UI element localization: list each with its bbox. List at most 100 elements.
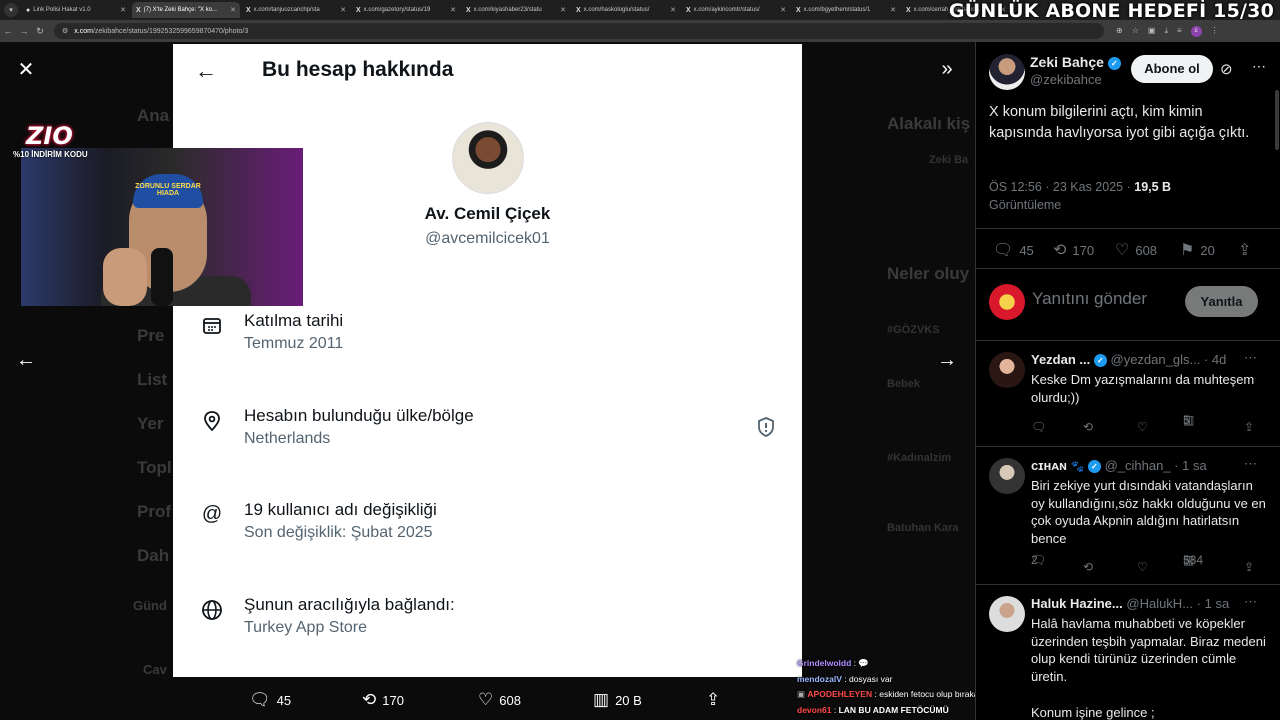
tweet-time[interactable]: ÖS 12:56 · 23 Kas 2025 · <box>989 180 1131 194</box>
repost-button[interactable]: ⟲ 170 <box>1053 240 1094 260</box>
previous-photo-arrow-icon[interactable]: ← <box>11 345 41 375</box>
reply-bubble-icon[interactable]: 🗨 <box>1031 420 1046 434</box>
tab-close-icon[interactable]: ✕ <box>340 6 346 14</box>
more-options-icon[interactable]: ⋯ <box>1244 350 1257 366</box>
channel-logo: ZIO <box>26 122 73 150</box>
bookmark-button[interactable]: ⚑ 20 <box>1180 240 1215 260</box>
bookmark-star-icon[interactable]: ☆ <box>1132 26 1139 37</box>
reload-icon[interactable]: ↻ <box>32 26 48 37</box>
browser-tab[interactable]: Xx.com/kiyashaber23/statu ✕ <box>462 2 570 18</box>
url-field[interactable]: ⚙ x.com/zekibahce/status/199253259965987… <box>54 23 1104 39</box>
x-logo-icon: X <box>136 6 141 14</box>
reply-text-continued: Konum işine gelince ; <box>1031 705 1155 720</box>
bg-side-fragment: #GÖZVKS <box>887 324 940 336</box>
tab-close-icon[interactable]: ✕ <box>230 6 236 14</box>
bg-nav-fragment: Günd <box>133 598 167 613</box>
tab-label: (7) X'te Zeki Bahçe: "X ko... <box>143 7 217 13</box>
like-count: 608 <box>499 692 521 708</box>
reply-submit-button[interactable]: Yanıtla <box>1185 286 1258 317</box>
shield-info-icon <box>756 416 776 443</box>
tab-close-icon[interactable]: ✕ <box>560 6 566 14</box>
next-photo-arrow-icon[interactable]: → <box>932 345 962 375</box>
extensions-icon[interactable]: ▣ <box>1148 26 1156 37</box>
heart-icon[interactable]: ♡ <box>1137 420 1148 434</box>
close-viewer-icon[interactable]: ✕ <box>11 54 41 84</box>
author-avatar[interactable] <box>989 54 1025 90</box>
tab-close-icon[interactable]: ✕ <box>670 6 676 14</box>
browser-tab[interactable]: Xx.com/aykiricomtr/status/ ✕ <box>682 2 790 18</box>
forward-arrow-icon[interactable]: → <box>16 26 32 36</box>
chat-user: APODEHLEYEN <box>807 689 873 699</box>
share-icon[interactable]: ⇪ <box>1244 420 1254 434</box>
browser-tab[interactable]: Xx.com/gazetory/status/19 ✕ <box>352 2 460 18</box>
x-logo-icon: X <box>796 6 801 14</box>
x-logo-icon: X <box>466 6 471 14</box>
heart-icon[interactable]: ♡ <box>1137 560 1148 574</box>
like-button[interactable]: ♡ 608 <box>478 690 521 710</box>
verified-badge-icon: ✓ <box>1087 460 1101 474</box>
reply-avatar[interactable] <box>989 352 1025 388</box>
reply-author[interactable]: Yezdan ... ✓ @yezdan_gls... · 4d <box>1031 352 1226 368</box>
reply-button[interactable]: 🗨 45 <box>249 690 291 710</box>
reply-avatar[interactable] <box>989 458 1025 494</box>
tab-close-icon[interactable]: ✕ <box>890 6 896 14</box>
repost-button[interactable]: ⟲ 170 <box>362 690 404 710</box>
subscriber-goal-banner: GÜNLÜK ABONE HEDEFİ 15/30 <box>948 0 1274 22</box>
share-button[interactable]: ⇪ <box>706 690 720 710</box>
info-row-country: Hesabın bulunduğu ülke/bölge Netherlands <box>201 406 781 466</box>
reply-actions: 🗨 2 ⟲ ♡ ▥ 584 ⇪ <box>1031 553 1255 574</box>
repost-icon[interactable]: ⟲ <box>1083 560 1093 574</box>
grok-icon[interactable]: ⊘ <box>1220 60 1233 78</box>
reply-text: Biri zekiye yurt dısındaki vatandaşların… <box>1031 478 1266 546</box>
bg-side-fragment: Batuhan Kara <box>887 522 959 534</box>
tab-close-icon[interactable]: ✕ <box>780 6 786 14</box>
reply-avatar[interactable] <box>989 596 1025 632</box>
profile-avatar-icon[interactable]: c <box>1190 25 1202 37</box>
reply-author[interactable]: Haluk Hazine... @HalukH... · 1 sa <box>1031 596 1229 611</box>
follow-button[interactable]: Abone ol <box>1131 55 1213 83</box>
menu-icon[interactable]: ≡ <box>1177 26 1182 37</box>
bg-nav-fragment: Yer <box>137 414 164 433</box>
tab-close-icon[interactable]: ✕ <box>120 6 126 14</box>
scrollbar-thumb[interactable] <box>1275 90 1279 150</box>
reply-author[interactable]: ᴄɪʜᴀɴ 🐾 ✓ @_cihhan_ · 1 sa <box>1031 458 1207 474</box>
site-info-icon[interactable]: ⚙ <box>62 27 68 35</box>
address-bar-row: ← → ↻ ⚙ x.com/zekibahce/status/199253259… <box>0 20 1280 42</box>
repost-icon[interactable]: ⟲ <box>1083 420 1093 434</box>
browser-tab[interactable]: ● Link Polisi Hakat v1.0 ✕ <box>22 2 130 18</box>
like-button[interactable]: ♡ 608 <box>1115 240 1157 260</box>
reply-input[interactable]: Yanıtını gönder <box>1032 289 1147 309</box>
download-icon[interactable]: ⤓ <box>1164 26 1168 37</box>
more-options-icon[interactable]: ⋯ <box>1244 594 1257 610</box>
more-options-icon[interactable]: ⋯ <box>1244 456 1257 472</box>
reply-item[interactable]: Haluk Hazine... @HalukH... · 1 sa ⋯ Halâ… <box>976 586 1280 720</box>
views-button[interactable]: ▥ 20 B <box>593 690 642 710</box>
collapse-pane-icon[interactable]: » <box>932 54 962 84</box>
more-options-icon[interactable]: ⋯ <box>1252 58 1266 75</box>
browser-tab-active[interactable]: X (7) X'te Zeki Bahçe: "X ko... ✕ <box>132 2 240 18</box>
author-name[interactable]: Zeki Bahçe ✓ <box>1030 54 1121 70</box>
browser-tab[interactable]: Xx.com/bgyethem/status/1 ✕ <box>792 2 900 18</box>
reply-item[interactable]: Yezdan ... ✓ @yezdan_gls... · 4d ⋯ Keske… <box>976 342 1280 446</box>
tab-search-icon[interactable]: ▾ <box>4 3 18 17</box>
bg-side-fragment: Zeki Ba <box>929 154 969 166</box>
chat-text: dosyası var <box>848 673 893 684</box>
reply-text: Keske Dm yazışmalarını da muhteşem olurd… <box>1031 372 1255 405</box>
share-button[interactable]: ⇪ <box>1238 240 1251 260</box>
author-handle[interactable]: @zekibahce <box>1030 72 1102 87</box>
reply-actions: 🗨 ⟲ ♡ ▥ 5 ⇪ <box>1031 413 1255 434</box>
browser-tab[interactable]: Xx.com/haskologlu/status/ ✕ <box>572 2 680 18</box>
share-icon[interactable]: ⇪ <box>1244 560 1254 574</box>
info-value: Turkey App Store <box>244 619 368 636</box>
bg-nav-fragment: Cav <box>143 662 167 677</box>
x-logo-icon: X <box>686 6 691 14</box>
zoom-icon[interactable]: ⊕ <box>1116 26 1123 37</box>
user-avatar <box>989 284 1025 320</box>
reply-button[interactable]: 🗨 45 <box>993 240 1034 260</box>
reply-item[interactable]: ᴄɪʜᴀɴ 🐾 ✓ @_cihhan_ · 1 sa ⋯ Biri zekiye… <box>976 448 1280 584</box>
back-arrow-icon[interactable]: ← <box>0 26 16 36</box>
more-vertical-icon[interactable]: ⋮ <box>1211 26 1219 37</box>
tab-close-icon[interactable]: ✕ <box>450 6 456 14</box>
browser-tab[interactable]: Xx.com/tanjuozcanchp/sta ✕ <box>242 2 350 18</box>
calendar-icon <box>201 315 223 337</box>
